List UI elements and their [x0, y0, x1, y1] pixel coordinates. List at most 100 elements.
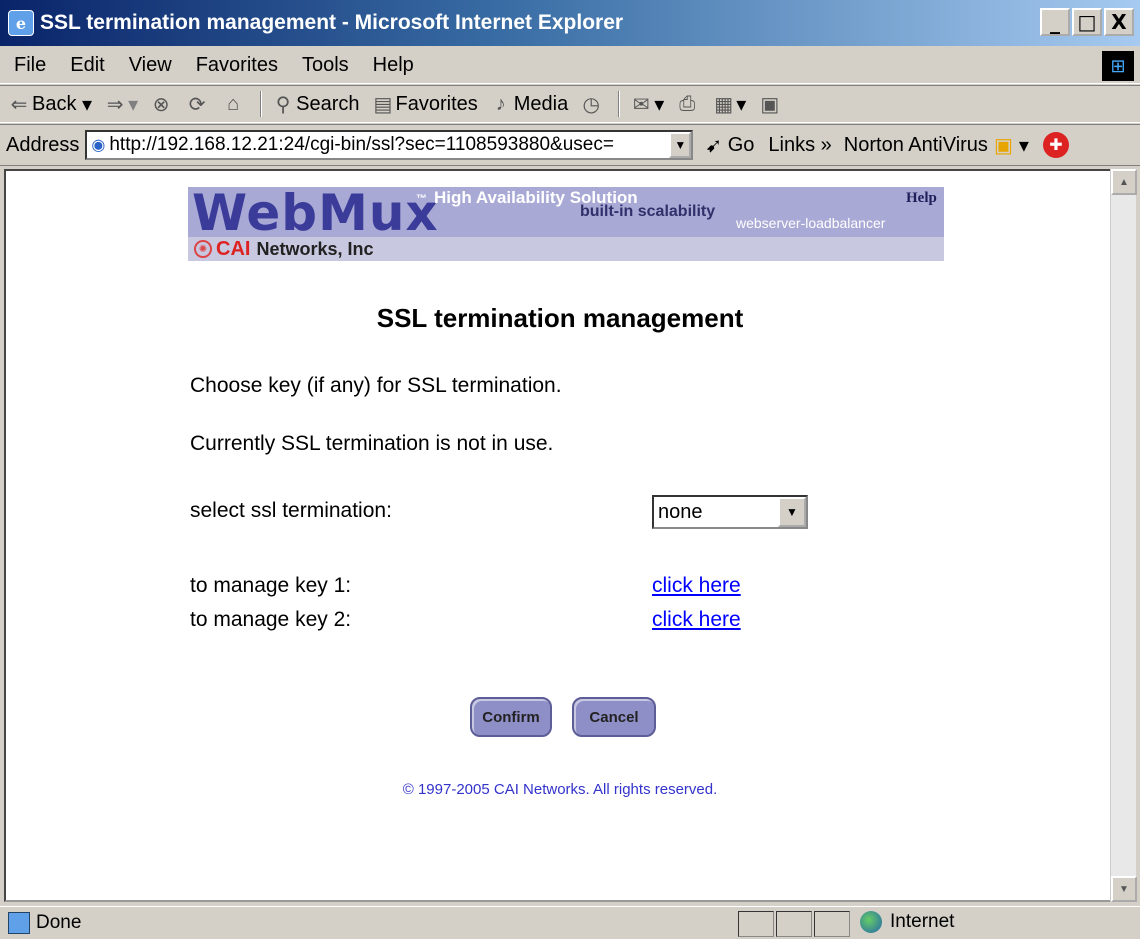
address-label: Address — [6, 133, 80, 156]
toolbar-separator — [618, 91, 621, 117]
history-icon: ◷ — [582, 93, 600, 116]
print-button[interactable]: ⎙ — [678, 93, 700, 116]
norton-icon: ▣ — [993, 134, 1013, 157]
address-dropdown-button[interactable]: ▼ — [669, 132, 692, 158]
internet-globe-icon — [860, 911, 882, 933]
company-cai: CAI — [216, 237, 251, 260]
zone-label: Internet — [890, 911, 955, 932]
banner-loadbalancer: webserver-loadbalancer — [736, 215, 886, 231]
norton-label: Norton AntiVirus — [843, 133, 988, 156]
scroll-down-button[interactable]: ▼ — [1111, 876, 1137, 902]
stop-icon: ⊗ — [152, 93, 170, 116]
window-title-bar: e SSL termination management - Microsoft… — [0, 0, 1140, 46]
select-value: none — [658, 500, 703, 523]
discuss-icon: ▣ — [760, 93, 780, 116]
toolbar-separator — [260, 91, 263, 117]
menu-file[interactable]: File — [0, 54, 58, 77]
status-pane — [776, 911, 812, 937]
toolbar: ⇐ Back ▾ ⇒ ▾ ⊗ ⟳ ⌂ ⚲ Search ▤ Favorites ♪ Med… — [0, 85, 1140, 123]
status-done-text: Done — [36, 912, 82, 933]
edit-button[interactable]: ▦ ▾ — [714, 92, 746, 117]
copyright-text: © 1997-2005 CAI Networks. All rights res… — [402, 781, 718, 798]
refresh-icon: ⟳ — [188, 93, 206, 116]
webmux-banner: WebMux ™ High Availability Solution buil… — [188, 187, 944, 261]
favorites-icon: ▤ — [373, 93, 393, 116]
menu-bar: File Edit View Favorites Tools Help ⊞ — [0, 48, 1140, 84]
refresh-button[interactable]: ⟳ — [188, 92, 210, 117]
windows-logo-icon: ⊞ — [1102, 51, 1134, 81]
ie-icon: e — [8, 10, 34, 36]
print-icon: ⎙ — [679, 92, 696, 115]
links-label: Links — [768, 133, 816, 156]
vertical-scrollbar[interactable]: ▲ ▼ — [1110, 169, 1137, 902]
window-controls: _ □ X — [1040, 8, 1134, 36]
company-networks: Networks, Inc — [256, 238, 374, 259]
media-button[interactable]: ♪ Media — [492, 93, 568, 116]
manage-key2-label: to manage key 2: — [190, 608, 352, 631]
back-button[interactable]: ⇐ Back ▾ — [10, 92, 92, 117]
forward-arrow-icon: ⇒ — [106, 93, 124, 116]
minimize-button[interactable]: _ — [1040, 8, 1070, 36]
favorites-button[interactable]: ▤ Favorites — [374, 92, 478, 117]
manage-key2-link[interactable]: click here — [652, 608, 741, 632]
go-arrow-icon: ➹ — [705, 134, 723, 157]
mail-button[interactable]: ✉ ▾ — [632, 92, 664, 117]
norton-antivirus-button[interactable]: Norton AntiVirus ▣ ▾ — [844, 133, 1029, 158]
select-ssl-label: select ssl termination: — [190, 499, 392, 522]
menu-tools[interactable]: Tools — [290, 54, 361, 77]
ssl-termination-select[interactable]: none ▼ — [652, 495, 808, 529]
close-button[interactable]: X — [1104, 8, 1134, 36]
help-link[interactable]: Help — [906, 190, 937, 207]
back-label: Back — [32, 92, 77, 115]
security-zone: Internet — [860, 911, 954, 933]
cancel-button[interactable]: Cancel — [572, 697, 656, 737]
discuss-button[interactable]: ▣ — [760, 92, 782, 117]
menu-favorites[interactable]: Favorites — [184, 54, 290, 77]
stop-button[interactable]: ⊗ — [152, 92, 174, 117]
media-label: Media — [513, 92, 569, 115]
edit-icon: ▦ — [714, 93, 734, 116]
go-label: Go — [727, 133, 755, 156]
trademark-symbol: ™ — [416, 193, 427, 205]
address-bar: Address ◉ http://192.168.12.21:24/cgi-bi… — [0, 124, 1140, 166]
home-icon: ⌂ — [227, 92, 240, 115]
window-title: SSL termination management - Microsoft I… — [40, 11, 624, 34]
manage-key1-link[interactable]: click here — [652, 574, 741, 598]
menu-view[interactable]: View — [117, 54, 184, 77]
status-bar: Done Internet — [0, 906, 1140, 939]
norton-shield-icon[interactable]: ✚ — [1042, 132, 1069, 158]
company-bar: ✺ CAI Networks, Inc — [188, 237, 944, 261]
banner-subtitle: built-in scalability — [580, 203, 716, 220]
webmux-logo: WebMux — [192, 187, 439, 242]
page-content: WebMux ™ High Availability Solution buil… — [4, 169, 1112, 902]
address-input[interactable]: ◉ http://192.168.12.21:24/cgi-bin/ssl?se… — [85, 130, 694, 160]
maximize-button[interactable]: □ — [1072, 8, 1102, 36]
forward-button[interactable]: ⇒ ▾ — [106, 92, 138, 117]
search-icon: ⚲ — [275, 93, 291, 116]
page-title: SSL termination management — [376, 303, 744, 333]
confirm-button[interactable]: Confirm — [470, 697, 552, 737]
media-icon: ♪ — [495, 92, 506, 115]
address-url: http://192.168.12.21:24/cgi-bin/ssl?sec=… — [109, 134, 614, 155]
scroll-up-button[interactable]: ▲ — [1111, 169, 1137, 195]
status-pane — [814, 911, 850, 937]
go-button[interactable]: ➹ Go — [705, 133, 754, 158]
history-button[interactable]: ◷ — [582, 92, 604, 117]
search-button[interactable]: ⚲ Search — [274, 92, 360, 117]
page-icon: ◉ — [91, 137, 106, 154]
choose-key-text: Choose key (if any) for SSL termination. — [190, 374, 562, 397]
home-button[interactable]: ⌂ — [224, 93, 246, 116]
cai-seal-icon: ✺ — [194, 240, 212, 258]
menu-help[interactable]: Help — [361, 54, 426, 77]
status-pane — [738, 911, 774, 937]
manage-key1-label: to manage key 1: — [190, 574, 352, 597]
search-label: Search — [296, 92, 360, 115]
mail-icon: ✉ — [632, 93, 650, 116]
links-button[interactable]: Links » — [768, 134, 831, 157]
status-text: Currently SSL termination is not in use. — [190, 432, 554, 455]
menu-edit[interactable]: Edit — [58, 54, 116, 77]
page-status-icon — [8, 912, 30, 934]
favorites-label: Favorites — [395, 92, 478, 115]
back-arrow-icon: ⇐ — [10, 93, 28, 116]
select-dropdown-icon[interactable]: ▼ — [778, 497, 806, 527]
